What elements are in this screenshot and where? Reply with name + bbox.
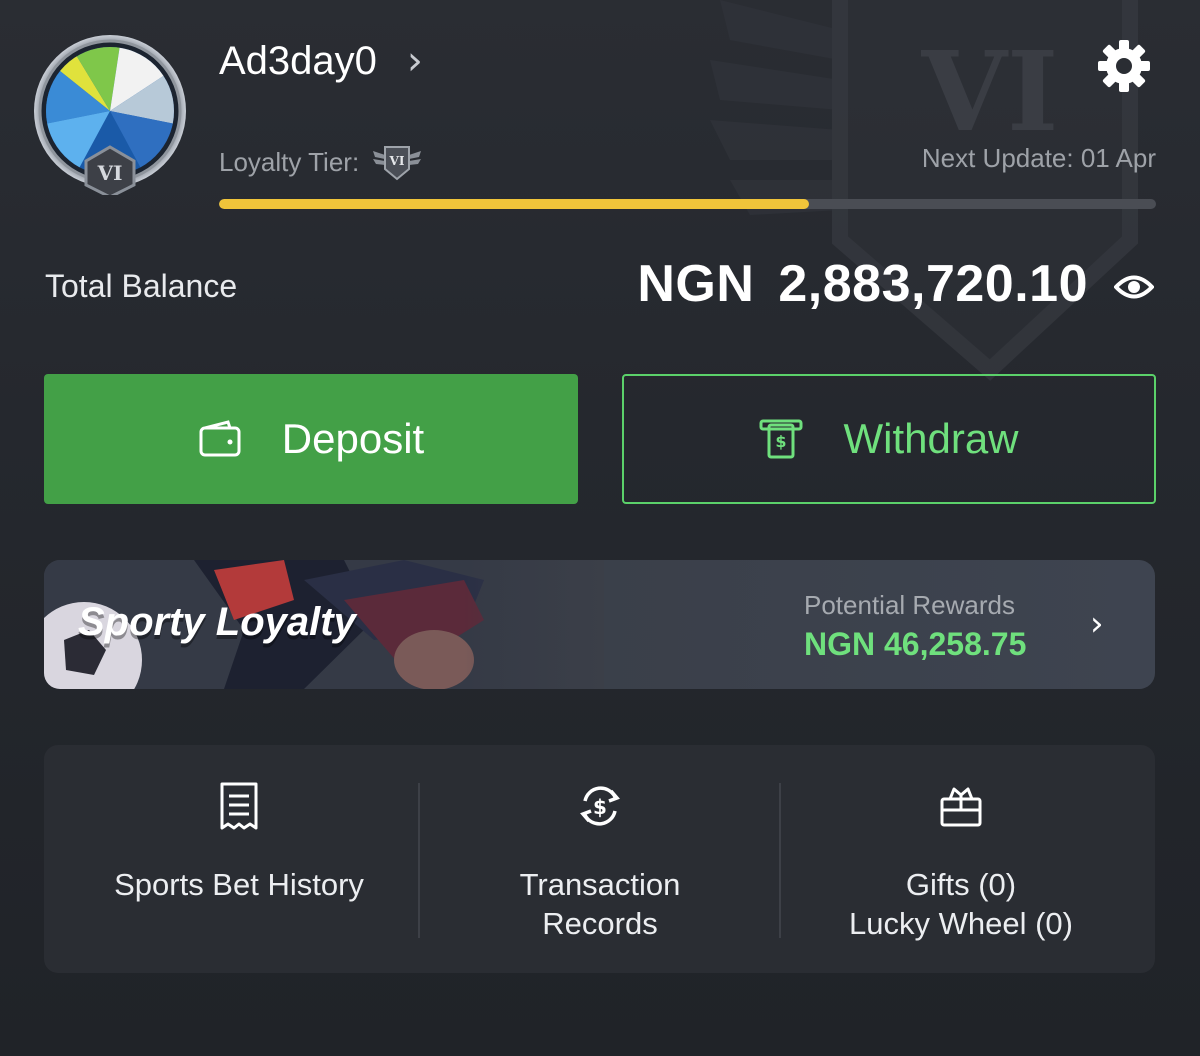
svg-text:VI: VI (97, 161, 123, 185)
tier-progress-bar (219, 199, 1156, 209)
eye-icon[interactable] (1114, 270, 1154, 304)
total-balance-label: Total Balance (45, 268, 238, 304)
chevron-right-icon: › (406, 38, 423, 84)
sporty-loyalty-banner[interactable]: Sporty Loyalty Potential Rewards NGN 46,… (44, 560, 1155, 689)
balance-currency: NGN (637, 255, 755, 313)
transaction-records-link[interactable]: $ Transaction Records (420, 745, 780, 973)
sporty-loyalty-title: Sporty Loyalty (78, 600, 356, 644)
withdraw-label: Withdraw (843, 415, 1019, 462)
receipt-icon (220, 782, 258, 830)
chevron-right-icon: › (1090, 604, 1104, 644)
deposit-label: Deposit (281, 415, 425, 462)
potential-rewards-value: NGN 46,258.75 (804, 626, 1027, 662)
sports-bet-history-label: Sports Bet History (114, 867, 364, 902)
transaction-records-label: Transaction Records (519, 867, 681, 941)
next-update: Next Update: 01 Apr (921, 143, 1156, 173)
username: Ad3day0 (219, 38, 377, 83)
svg-text:VI: VI (921, 27, 1059, 156)
gifts-lucky-wheel-label: Gifts (0) Lucky Wheel (0) (781, 865, 1141, 943)
cash-withdraw-icon: $ (759, 419, 803, 459)
deposit-button[interactable]: Deposit (44, 374, 578, 504)
loyalty-tier-label: Loyalty Tier: (219, 146, 360, 177)
loyalty-tier: Loyalty Tier: VI (219, 143, 423, 181)
sports-bet-history-link[interactable]: Sports Bet History (59, 745, 419, 973)
avatar[interactable]: VI (30, 35, 190, 195)
gear-icon[interactable] (1096, 38, 1152, 94)
username-link[interactable]: Ad3day0 › (219, 38, 423, 84)
potential-rewards-label: Potential Rewards (804, 590, 1015, 620)
currency-exchange-icon: $ (580, 786, 620, 826)
balance-amount: 2,883,720.10 (778, 255, 1088, 313)
svg-text:VI: VI (389, 154, 405, 168)
gift-icon (940, 787, 982, 827)
total-balance-value: NGN 2,883,720.10 (637, 254, 1088, 314)
tier-badge-icon: VI (373, 146, 422, 181)
gifts-count: Gifts (0) (905, 867, 1017, 902)
withdraw-button[interactable]: $ Withdraw (622, 374, 1156, 504)
lucky-wheel-count: Lucky Wheel (0) (849, 906, 1073, 941)
svg-text:$: $ (776, 432, 787, 451)
quick-links-panel: Sports Bet History $ Transaction Records… (44, 745, 1155, 973)
svg-text:$: $ (593, 795, 607, 819)
tier-progress-fill (219, 199, 810, 209)
wallet-icon (199, 420, 241, 457)
gifts-lucky-wheel-link[interactable]: Gifts (0) Lucky Wheel (0) (781, 745, 1141, 973)
